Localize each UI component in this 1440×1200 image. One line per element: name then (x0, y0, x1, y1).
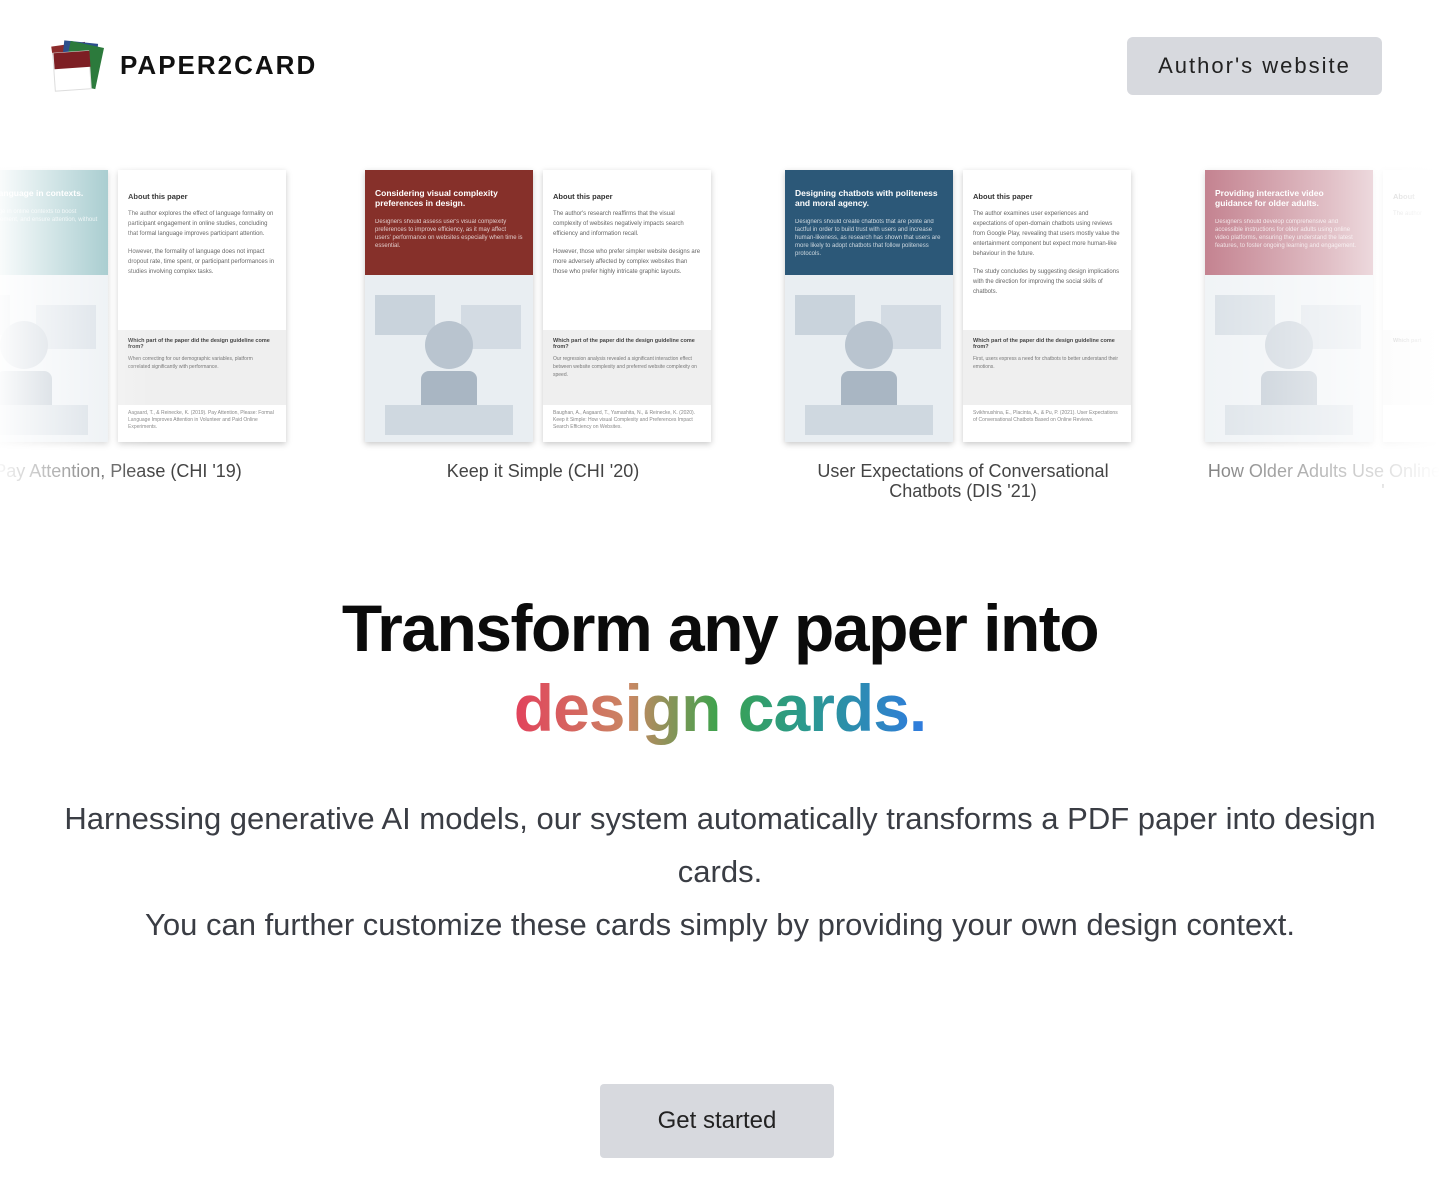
card-illustration-image (365, 275, 533, 442)
paper-card-group[interactable]: Use formal language in contexts. Use form… (0, 165, 310, 510)
hero-title: Transform any paper into (341, 591, 1100, 665)
card-about-text-2: The study concludes by suggesting design… (973, 269, 1120, 295)
card-about-text: The author (1393, 211, 1423, 217)
description: Harnessing generative AI models, our sys… (40, 792, 1400, 951)
card-about-label: About this paper (128, 192, 188, 201)
card-carousel[interactable]: Use formal language in contexts. Use form… (0, 165, 1440, 515)
card-answer: When correcting for our demographic vari… (128, 356, 253, 370)
card-back[interactable]: About this paper The author explores the … (118, 170, 286, 442)
card-answer: First, users express a need for chatbots… (973, 356, 1119, 370)
card-question-box: Which part of the paper did the design g… (963, 330, 1131, 405)
card-header: Designing chatbots with politeness and m… (785, 170, 953, 275)
card-description: Designers should assess user's visual co… (375, 219, 523, 249)
card-illustration-image (0, 275, 108, 442)
card-question: Which part of the paper did the design g… (128, 338, 270, 350)
card-question-box: Which part (1383, 330, 1440, 405)
get-started-button[interactable]: Get started (600, 1084, 834, 1158)
card-question-box: Which part of the paper did the design g… (118, 330, 286, 405)
card-about-label: About this paper (553, 192, 613, 201)
card-illustration-image (785, 275, 953, 442)
site-header: PAPER2CARD Author's website (0, 0, 1440, 130)
card-question: Which part of the paper did the design g… (973, 338, 1115, 350)
card-about-text-2: However, the formality of language does … (128, 249, 275, 275)
card-title: Providing interactive video guidance for… (1215, 188, 1324, 208)
card-title: Use formal language in contexts. (0, 188, 84, 198)
card-front[interactable]: Designing chatbots with politeness and m… (785, 170, 953, 442)
card-back[interactable]: About this paper The author examines user… (963, 170, 1131, 442)
card-question: Which part of the paper did the design g… (553, 338, 695, 350)
card-header: Considering visual complexity preference… (365, 170, 533, 275)
paper-card-group[interactable]: Considering visual complexity preference… (365, 165, 735, 510)
card-about-label: About this paper (973, 192, 1033, 201)
card-question: Which part (1393, 338, 1422, 344)
hero-gradient-text: design cards. (513, 671, 927, 745)
card-back[interactable]: About this paper The author's research re… (543, 170, 711, 442)
card-reference: Baughan, A., Aagaard, T., Yamashita, N.,… (553, 410, 696, 430)
card-about-text: The author explores the effect of langua… (128, 211, 274, 237)
card-back[interactable]: About The author Which part (1383, 170, 1440, 442)
paper-card-group[interactable]: Providing interactive video guidance for… (1205, 165, 1440, 510)
card-caption[interactable]: Keep it Simple (CHI '20) (365, 461, 721, 481)
brand-name: PAPER2CARD (120, 50, 318, 80)
card-caption[interactable]: User Expectations of Conversational Chat… (785, 461, 1141, 501)
card-reference: Aagaard, T., & Reinecke, K. (2019). Pay … (128, 410, 274, 430)
card-caption[interactable]: Pay Attention, Please (CHI '19) (0, 461, 296, 481)
card-title: Designing chatbots with politeness and m… (795, 188, 938, 208)
card-caption[interactable]: How Older Adults Use Online Learning (CH… (1205, 461, 1440, 501)
card-header: Use formal language in contexts. Use form… (0, 170, 108, 275)
card-reference: Svikhnushina, E., Placinta, A., & Pu, P.… (973, 410, 1118, 423)
card-description: Designers should create chatbots that ar… (795, 219, 941, 257)
card-header: Providing interactive video guidance for… (1205, 170, 1373, 275)
card-question-box: Which part of the paper did the design g… (543, 330, 711, 405)
paper-stack-logo-icon (51, 40, 104, 92)
card-front[interactable]: Use formal language in contexts. Use form… (0, 170, 108, 442)
card-about-text: The author examines user experiences and… (973, 211, 1120, 257)
paper-card-group[interactable]: Designing chatbots with politeness and m… (785, 165, 1155, 510)
description-line-2: You can further customize these cards si… (145, 907, 1295, 942)
card-about-text-2: However, those who prefer simpler websit… (553, 249, 701, 275)
description-line-1: Harnessing generative AI models, our sys… (64, 801, 1376, 889)
hero-subtitle: design cards. (0, 670, 1440, 746)
card-about-text: The author's research reaffirms that the… (553, 211, 684, 237)
card-illustration-image (1205, 275, 1373, 442)
card-description: Use formal language in online contexts t… (0, 209, 98, 223)
card-answer: Our regression analysis revealed a signi… (553, 356, 697, 378)
card-front[interactable]: Providing interactive video guidance for… (1205, 170, 1373, 442)
author-website-button[interactable]: Author's website (1127, 37, 1382, 95)
card-description: Designers should develop comprehensive a… (1215, 219, 1357, 249)
card-about-label: About (1393, 192, 1415, 201)
card-title: Considering visual complexity preference… (375, 188, 498, 208)
card-front[interactable]: Considering visual complexity preference… (365, 170, 533, 442)
